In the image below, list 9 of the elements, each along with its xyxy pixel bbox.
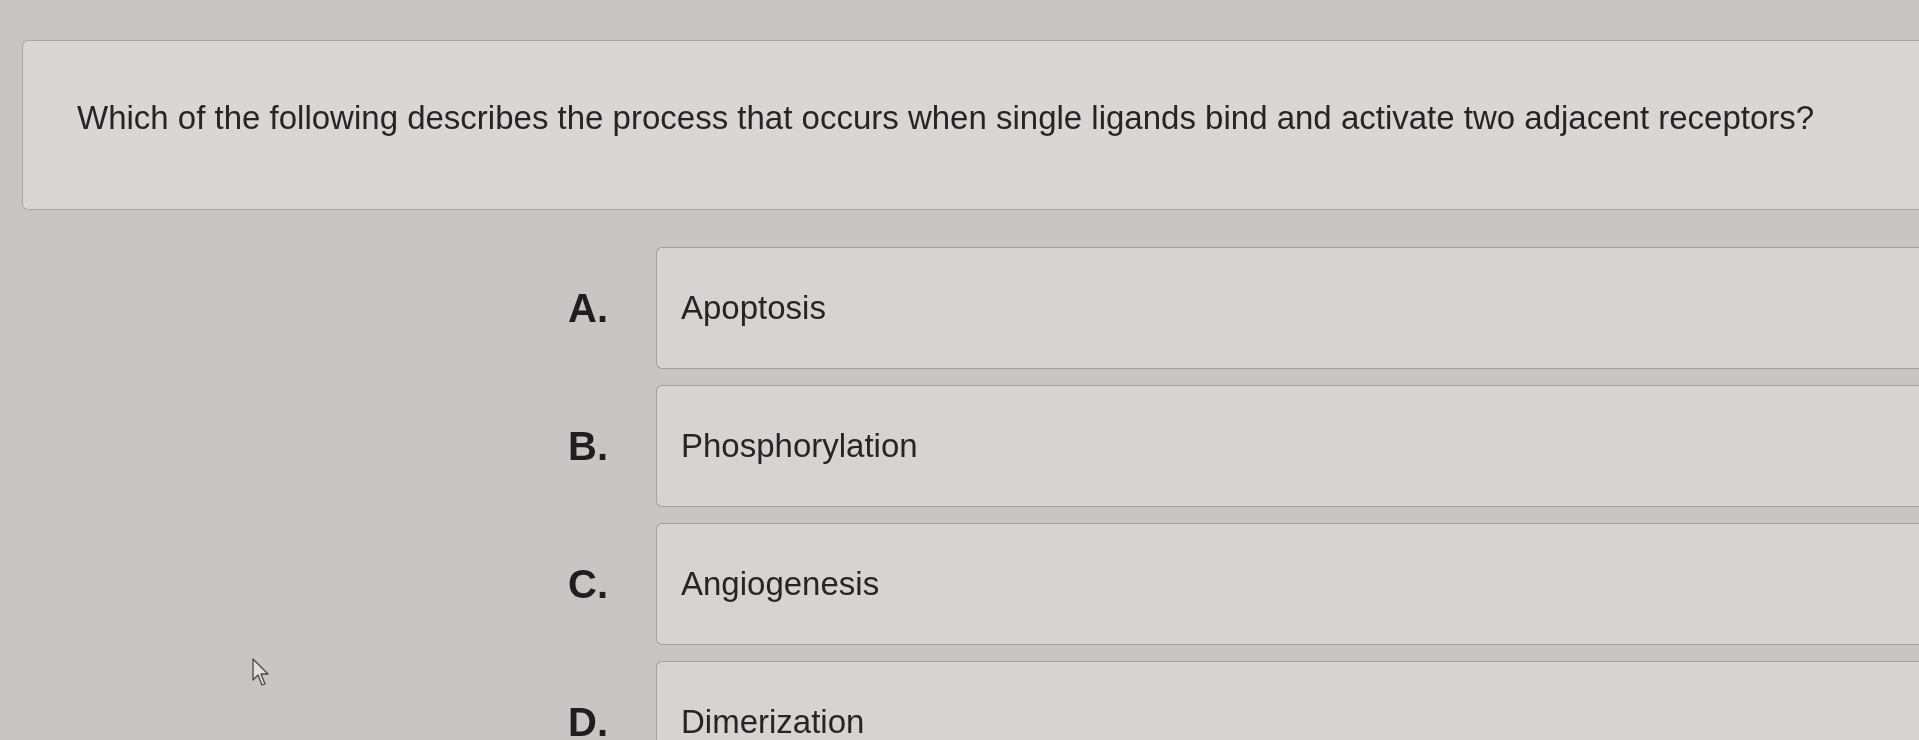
question-text: Which of the following describes the process that occurs when single ligands bind and activate two adjacent receptors? bbox=[77, 99, 1815, 137]
answer-option[interactable]: Apoptosis bbox=[656, 247, 1919, 369]
option-letter: A. bbox=[568, 285, 609, 331]
option-letter: B. bbox=[568, 423, 609, 469]
answer-option[interactable]: Dimerization bbox=[656, 661, 1919, 740]
answer-option[interactable]: Phosphorylation bbox=[656, 385, 1919, 507]
option-letter: D. bbox=[568, 699, 609, 740]
answer-option[interactable]: Angiogenesis bbox=[656, 523, 1919, 645]
option-letter: C. bbox=[568, 561, 609, 607]
